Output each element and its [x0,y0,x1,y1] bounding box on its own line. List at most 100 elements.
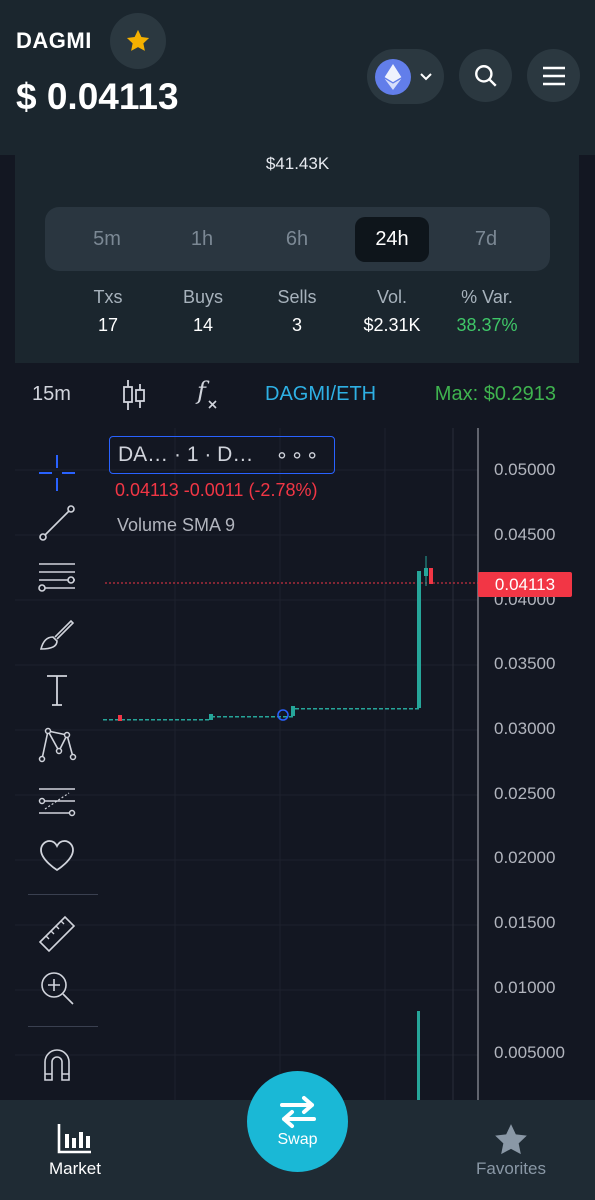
star-icon [126,29,150,51]
stat-txs: Txs 17 [58,287,158,336]
hamburger-menu-icon [542,66,565,85]
candle [247,716,251,718]
price-axis-tick: 0.05000 [494,460,556,479]
stat-label: Sells [277,287,317,307]
candle [397,708,401,710]
candle [415,708,419,710]
candle [109,719,113,721]
crosshair-tool[interactable] [37,453,77,493]
candle [193,719,197,721]
text-tool[interactable] [37,670,77,710]
interval-button[interactable]: 15m [32,383,71,406]
price-axis-tick: 0.01000 [494,978,556,997]
candle [289,716,293,718]
candle [241,716,245,718]
prediction-tool[interactable] [37,781,77,821]
stat-value: 17 [97,315,119,335]
candle [385,708,389,710]
timeframe-6h[interactable]: 6h [260,217,334,262]
brush-icon [39,619,75,650]
candle [409,708,413,710]
candle [379,708,383,710]
brush-tool[interactable] [37,615,77,655]
candle [319,708,323,710]
timeframe-5m[interactable]: 5m [70,217,144,262]
max-price: Max: $0.2913 [434,383,556,405]
favorite-button[interactable] [110,13,166,69]
candle [291,706,295,716]
price-axis-tick: 0.01500 [494,913,556,932]
liquidity-value: $41.43K [265,154,330,173]
candle [367,708,371,710]
candle [355,708,359,710]
zoom-tool[interactable] [37,968,77,1008]
current-price-tag: 0.04113 [478,572,572,597]
candle [313,708,317,710]
magnet-tool[interactable] [37,1044,77,1084]
token-name: DAGMI [16,28,92,53]
nav-favorites[interactable]: Favorites [451,1100,571,1200]
swap-button[interactable]: Swap [247,1071,348,1172]
candle [429,568,433,584]
candle [373,708,377,710]
candlestick-type-icon[interactable] [121,378,147,417]
drawing-toolbar [15,428,103,1100]
candle [253,716,257,718]
timeframe-7d[interactable]: 7d [449,217,523,262]
chart-toolbar: 15m f DAGMI/ETH Max: $0.2913 [15,363,579,428]
fib-retracement-tool[interactable] [37,558,77,598]
candle [133,719,137,721]
candle [307,708,311,710]
timeframe-1h[interactable]: 1h [165,217,239,262]
header: DAGMI $ 0.04113 [0,0,595,155]
trend-line-tool[interactable] [37,503,77,543]
stat-value: 38.37% [456,315,518,335]
legend-values: 0.04113 -0.0011 (-2.78%) [115,480,318,500]
pattern-tool[interactable] [37,725,77,765]
swap-arrows-icon [279,1095,316,1128]
nav-market[interactable]: Market [15,1100,135,1200]
legend-title: DA… · 1 · D… [118,443,254,466]
candle [127,719,131,721]
price-axis-tick: 0.03500 [494,654,556,673]
stat-value: $2.31K [363,315,421,335]
forecast-lines-icon [38,788,76,817]
price-axis-tick: 0.005000 [494,1043,565,1062]
measure-tool[interactable] [37,914,77,954]
candle [199,719,203,721]
candle [103,719,107,721]
text-icon [47,675,67,706]
candle [169,719,173,721]
star-icon [495,1124,527,1155]
candle [403,708,407,710]
timeframe-24h[interactable]: 24h [355,217,429,262]
svg-text:f: f [195,377,210,405]
indicator-label: Volume SMA 9 [117,515,236,535]
chain-selector[interactable] [367,49,444,104]
candle [235,716,239,718]
candle [349,708,353,710]
favorites-tool[interactable] [37,836,77,876]
volume-bar [417,1011,420,1100]
price-axis-tick: 0.04500 [494,525,556,544]
menu-button[interactable] [527,49,580,102]
symbol-legend[interactable]: DA… · 1 · D… ∘∘∘ [109,436,335,474]
indicators-icon[interactable]: f [195,377,221,416]
candle [181,719,185,721]
candle [229,716,233,718]
toolbar-divider [28,1026,98,1027]
candle [163,719,167,721]
swap-label: Swap [277,1130,318,1148]
token-price: $ 0.04113 [16,76,179,117]
price-axis-tick: 0.02000 [494,848,556,867]
stat-buys: Buys 14 [153,287,253,336]
candle [175,719,179,721]
search-button[interactable] [459,49,512,102]
search-icon [474,64,497,87]
candle [424,568,428,576]
candle [343,708,347,710]
nav-label: Market [49,1159,101,1178]
candle [259,716,263,718]
more-options-icon[interactable]: ∘∘∘ [275,443,320,468]
candle [325,708,329,710]
